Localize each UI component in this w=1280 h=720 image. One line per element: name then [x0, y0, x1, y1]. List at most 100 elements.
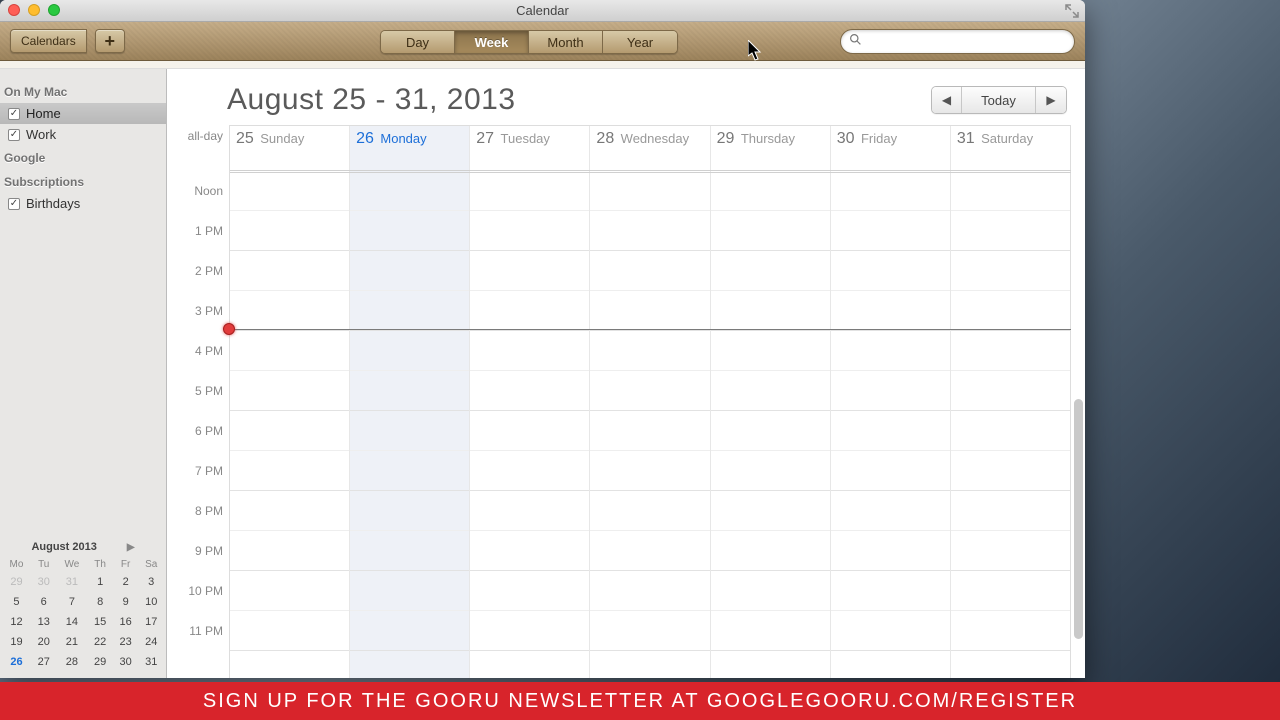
- minical-day[interactable]: 8: [87, 592, 113, 612]
- time-slot[interactable]: [230, 531, 349, 571]
- time-slot[interactable]: [230, 491, 349, 531]
- sidebar-item-home[interactable]: Home: [0, 103, 166, 124]
- titlebar[interactable]: Calendar: [0, 0, 1085, 22]
- time-slot[interactable]: [831, 611, 950, 651]
- day-column[interactable]: 29 Thursday: [711, 126, 831, 678]
- search-input[interactable]: [868, 35, 1066, 49]
- time-slot[interactable]: [951, 251, 1070, 291]
- minical-day[interactable]: 22: [87, 632, 113, 652]
- calendars-toggle[interactable]: Calendars: [10, 29, 87, 53]
- time-slot[interactable]: [711, 571, 830, 611]
- time-slot[interactable]: [711, 411, 830, 451]
- minical-day[interactable]: 29: [2, 572, 31, 592]
- time-slot[interactable]: [590, 571, 709, 611]
- time-slot[interactable]: [470, 371, 589, 411]
- time-slot[interactable]: [951, 331, 1070, 371]
- time-slot[interactable]: [711, 171, 830, 211]
- time-slot[interactable]: [831, 291, 950, 331]
- time-slot[interactable]: [350, 251, 469, 291]
- time-slot[interactable]: [711, 531, 830, 571]
- day-slots[interactable]: [711, 171, 830, 678]
- day-column[interactable]: 25 Sunday: [230, 126, 350, 678]
- day-column[interactable]: 30 Friday: [831, 126, 951, 678]
- time-slot[interactable]: [590, 371, 709, 411]
- vertical-scrollbar[interactable]: [1074, 399, 1083, 639]
- week-grid[interactable]: all-day Noon1 PM2 PM3 PM4 PM5 PM6 PM7 PM…: [167, 125, 1071, 678]
- time-slot[interactable]: [590, 611, 709, 651]
- today-button[interactable]: Today: [962, 87, 1036, 113]
- day-column[interactable]: 26 Monday: [350, 126, 470, 678]
- add-event-button[interactable]: +: [95, 29, 125, 53]
- minical-next-icon[interactable]: ▶: [127, 542, 135, 553]
- sidebar-item-birthdays[interactable]: Birthdays: [0, 193, 166, 214]
- view-year[interactable]: Year: [603, 31, 677, 53]
- checkbox-icon[interactable]: [8, 108, 20, 120]
- minical-day[interactable]: 30: [113, 652, 139, 672]
- minical-day[interactable]: 7: [56, 592, 87, 612]
- minical-day[interactable]: 12: [2, 612, 31, 632]
- day-slots[interactable]: [951, 171, 1070, 678]
- time-slot[interactable]: [350, 291, 469, 331]
- minical-day[interactable]: 5: [2, 592, 31, 612]
- time-slot[interactable]: [350, 171, 469, 211]
- minical-day[interactable]: 1: [87, 572, 113, 592]
- time-slot[interactable]: [831, 411, 950, 451]
- time-slot[interactable]: [230, 451, 349, 491]
- minical-day[interactable]: 28: [56, 652, 87, 672]
- time-slot[interactable]: [350, 411, 469, 451]
- time-slot[interactable]: [350, 571, 469, 611]
- minical-grid[interactable]: MoTuWeThFrSa 293031123567891012131415161…: [2, 557, 164, 672]
- time-slot[interactable]: [470, 491, 589, 531]
- time-slot[interactable]: [831, 171, 950, 211]
- time-slot[interactable]: [350, 371, 469, 411]
- time-slot[interactable]: [590, 411, 709, 451]
- time-slot[interactable]: [951, 171, 1070, 211]
- day-slots[interactable]: [470, 171, 589, 678]
- time-slot[interactable]: [470, 171, 589, 211]
- minical-day[interactable]: 20: [31, 632, 57, 652]
- time-slot[interactable]: [831, 571, 950, 611]
- time-slot[interactable]: [470, 531, 589, 571]
- time-slot[interactable]: [951, 491, 1070, 531]
- next-week-button[interactable]: ▶: [1036, 87, 1066, 113]
- time-slot[interactable]: [951, 411, 1070, 451]
- time-slot[interactable]: [711, 491, 830, 531]
- time-slot[interactable]: [230, 371, 349, 411]
- time-slot[interactable]: [230, 171, 349, 211]
- time-slot[interactable]: [951, 611, 1070, 651]
- day-slots[interactable]: [831, 171, 950, 678]
- time-slot[interactable]: [711, 251, 830, 291]
- time-slot[interactable]: [590, 531, 709, 571]
- minical-day[interactable]: 30: [31, 572, 57, 592]
- time-slot[interactable]: [470, 211, 589, 251]
- time-slot[interactable]: [590, 331, 709, 371]
- time-slot[interactable]: [831, 531, 950, 571]
- time-slot[interactable]: [230, 611, 349, 651]
- minical-day[interactable]: 9: [113, 592, 139, 612]
- view-month[interactable]: Month: [529, 31, 603, 53]
- time-slot[interactable]: [831, 371, 950, 411]
- checkbox-icon[interactable]: [8, 129, 20, 141]
- prev-week-button[interactable]: ◀: [932, 87, 962, 113]
- minical-day[interactable]: 13: [31, 612, 57, 632]
- minical-day[interactable]: 24: [138, 632, 164, 652]
- minical-day[interactable]: 15: [87, 612, 113, 632]
- time-slot[interactable]: [951, 571, 1070, 611]
- minical-day[interactable]: 27: [31, 652, 57, 672]
- time-slot[interactable]: [831, 211, 950, 251]
- time-slot[interactable]: [951, 451, 1070, 491]
- minical-day[interactable]: 21: [56, 632, 87, 652]
- time-slot[interactable]: [590, 251, 709, 291]
- checkbox-icon[interactable]: [8, 198, 20, 210]
- time-slot[interactable]: [590, 211, 709, 251]
- minical-day[interactable]: 29: [87, 652, 113, 672]
- time-slot[interactable]: [350, 331, 469, 371]
- time-slot[interactable]: [350, 451, 469, 491]
- time-slot[interactable]: [711, 611, 830, 651]
- time-slot[interactable]: [470, 411, 589, 451]
- minical-day[interactable]: 6: [31, 592, 57, 612]
- sidebar-item-work[interactable]: Work: [0, 124, 166, 145]
- minical-day[interactable]: 19: [2, 632, 31, 652]
- time-slot[interactable]: [350, 611, 469, 651]
- time-slot[interactable]: [831, 251, 950, 291]
